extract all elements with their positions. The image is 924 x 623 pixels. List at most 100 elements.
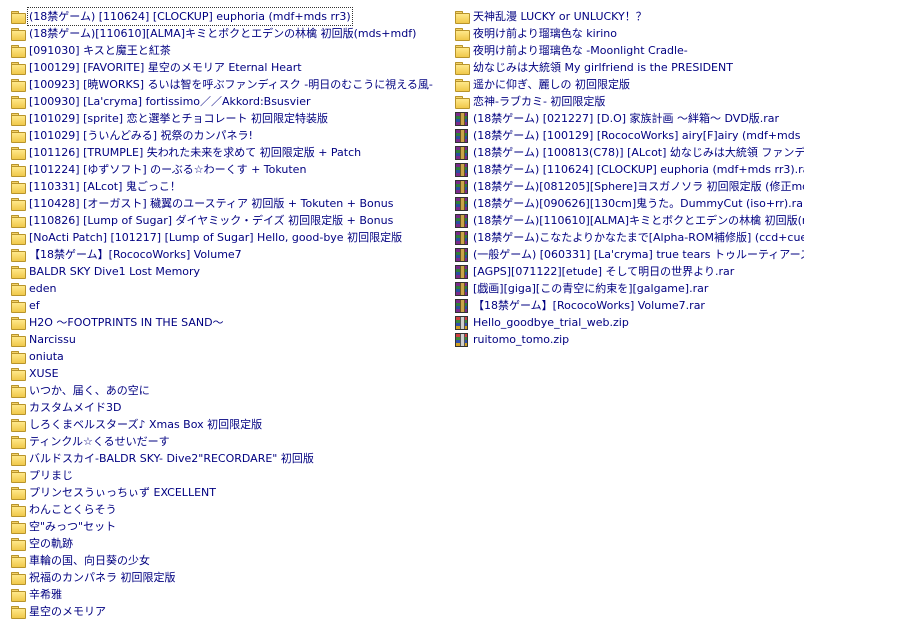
folder-icon bbox=[10, 367, 26, 381]
archive-icon bbox=[455, 179, 468, 194]
folder-icon bbox=[454, 95, 470, 109]
folder-item[interactable]: [101224] [ゆずソフト] のーぶる☆わーくす + Tokuten bbox=[10, 161, 450, 178]
folder-icon bbox=[454, 27, 470, 41]
item-label: Narcissu bbox=[29, 333, 76, 346]
item-label: カスタムメイド3D bbox=[29, 401, 122, 414]
folder-icon bbox=[10, 112, 26, 126]
folder-item[interactable]: 空の軌跡 bbox=[10, 535, 450, 552]
folder-item[interactable]: [101126] [TRUMPLE] 失われた未来を求めて 初回限定版 + Pa… bbox=[10, 144, 450, 161]
item-label: oniuta bbox=[29, 350, 64, 363]
folder-item[interactable]: [110331] [ALcot] 鬼ごっこ！ bbox=[10, 178, 450, 195]
folder-item[interactable]: プリンセスうぃっちぃず EXCELLENT bbox=[10, 484, 450, 501]
item-label: 【18禁ゲーム】[RococoWorks] Volume7 bbox=[29, 248, 242, 261]
file-item[interactable]: (一般ゲーム) [060331] [La'cryma] true tears ト… bbox=[454, 246, 804, 263]
folder-icon bbox=[10, 146, 26, 160]
item-label: (18禁ゲーム)[110610][ALMA]キミとボクとエデンの林檎 初回版(m… bbox=[473, 214, 804, 227]
item-label: 車輪の国、向日葵の少女 bbox=[29, 554, 150, 567]
folder-item[interactable]: 天神乱漫 LUCKY or UNLUCKY！？ bbox=[454, 8, 804, 25]
item-label: しろくまベルスターズ♪ Xmas Box 初回限定版 bbox=[29, 418, 263, 431]
file-item[interactable]: (18禁ゲーム)[110610][ALMA]キミとボクとエデンの林檎 初回版(m… bbox=[454, 212, 804, 229]
item-label: H2O 〜FOOTPRINTS IN THE SAND〜 bbox=[29, 316, 224, 329]
item-label: 天神乱漫 LUCKY or UNLUCKY！？ bbox=[473, 10, 647, 23]
item-label: (18禁ゲーム)[090626][130cm]鬼うた。DummyCut (iso… bbox=[473, 197, 804, 210]
file-item[interactable]: (18禁ゲーム)[090626][130cm]鬼うた。DummyCut (iso… bbox=[454, 195, 804, 212]
file-list-right-column: 天神乱漫 LUCKY or UNLUCKY！？ 夜明け前より瑠璃色な kirino… bbox=[454, 8, 804, 348]
folder-icon bbox=[10, 435, 26, 449]
folder-item[interactable]: [101029] [sprite] 恋と選挙とチョコレート 初回限定特装版 bbox=[10, 110, 450, 127]
folder-item[interactable]: [101029] [ういんどみる] 祝祭のカンパネラ! bbox=[10, 127, 450, 144]
file-item[interactable]: (18禁ゲーム) [021227] [D.O] 家族計画 〜絆箱〜 DVD版.r… bbox=[454, 110, 804, 127]
item-label: [110331] [ALcot] 鬼ごっこ！ bbox=[29, 180, 181, 193]
folder-item[interactable]: 夜明け前より瑠璃色な -Moonlight Cradle- bbox=[454, 42, 804, 59]
folder-icon bbox=[10, 520, 26, 534]
folder-item[interactable]: 夜明け前より瑠璃色な kirino bbox=[454, 25, 804, 42]
folder-item[interactable]: [100923] [暁WORKS] るいは智を呼ぶファンディスク -明日のむこう… bbox=[10, 76, 450, 93]
folder-icon bbox=[10, 180, 26, 194]
folder-item[interactable]: 【18禁ゲーム】[RococoWorks] Volume7 bbox=[10, 246, 450, 263]
item-label: わんことくらそう bbox=[29, 503, 117, 516]
folder-icon bbox=[10, 605, 26, 619]
folder-icon bbox=[10, 401, 26, 415]
item-label: [AGPS][071122][etude] そして明日の世界より.rar bbox=[473, 265, 735, 278]
file-item[interactable]: Hello_goodbye_trial_web.zip bbox=[454, 314, 804, 331]
folder-item[interactable]: (18禁ゲーム) [110624] [CLOCKUP] euphoria (md… bbox=[10, 7, 450, 26]
folder-icon bbox=[10, 316, 26, 330]
folder-item[interactable]: [NoActi Patch] [101217] [Lump of Sugar] … bbox=[10, 229, 450, 246]
file-item[interactable]: ruitomo_tomo.zip bbox=[454, 331, 804, 348]
folder-item[interactable]: いつか、届く、あの空に bbox=[10, 382, 450, 399]
folder-item[interactable]: 空"みっつ"セット bbox=[10, 518, 450, 535]
folder-item[interactable]: 車輪の国、向日葵の少女 bbox=[10, 552, 450, 569]
item-label: バルドスカイ-BALDR SKY- Dive2"RECORDARE" 初回版 bbox=[29, 452, 314, 465]
folder-icon bbox=[10, 282, 26, 296]
folder-item[interactable]: Narcissu bbox=[10, 331, 450, 348]
folder-item[interactable]: プリまじ bbox=[10, 467, 450, 484]
folder-item[interactable]: ティンクル☆くるせいだーす bbox=[10, 433, 450, 450]
item-label: 幼なじみは大統領 My girlfriend is the PRESIDENT bbox=[473, 61, 733, 74]
folder-item[interactable]: [110428] [オーガスト] 穢翼のユースティア 初回版 + Tokuten… bbox=[10, 195, 450, 212]
file-item[interactable]: (18禁ゲーム)こなたよりかなたまで[Alpha-ROM補修版] (ccd+cu… bbox=[454, 229, 804, 246]
folder-item[interactable]: わんことくらそう bbox=[10, 501, 450, 518]
folder-item[interactable]: H2O 〜FOOTPRINTS IN THE SAND〜 bbox=[10, 314, 450, 331]
folder-icon bbox=[10, 537, 26, 551]
folder-item[interactable]: 星空のメモリア bbox=[10, 603, 450, 620]
file-item[interactable]: (18禁ゲーム) [100813(C78)] [ALcot] 幼なじみは大統領 … bbox=[454, 144, 804, 161]
folder-item[interactable]: カスタムメイド3D bbox=[10, 399, 450, 416]
archive-icon bbox=[455, 298, 468, 313]
folder-item[interactable]: oniuta bbox=[10, 348, 450, 365]
folder-icon bbox=[454, 61, 470, 75]
folder-item[interactable]: [100129] [FAVORITE] 星空のメモリア Eternal Hear… bbox=[10, 59, 450, 76]
folder-icon bbox=[10, 265, 26, 279]
folder-item[interactable]: 恋神-ラブカミ- 初回限定版 bbox=[454, 93, 804, 110]
archive-icon bbox=[455, 162, 468, 177]
folder-item[interactable]: [110826] [Lump of Sugar] ダイヤミック・デイズ 初回限定… bbox=[10, 212, 450, 229]
file-item[interactable]: 【18禁ゲーム】[RococoWorks] Volume7.rar bbox=[454, 297, 804, 314]
folder-item[interactable]: しろくまベルスターズ♪ Xmas Box 初回限定版 bbox=[10, 416, 450, 433]
folder-item[interactable]: [100930] [La'cryma] fortissimo／／Akkord:B… bbox=[10, 93, 450, 110]
folder-item[interactable]: 遥かに仰ぎ、麗しの 初回限定版 bbox=[454, 76, 804, 93]
item-label: (18禁ゲーム) [021227] [D.O] 家族計画 〜絆箱〜 DVD版.r… bbox=[473, 112, 780, 125]
folder-icon bbox=[10, 350, 26, 364]
folder-item[interactable]: BALDR SKY Dive1 Lost Memory bbox=[10, 263, 450, 280]
file-item[interactable]: [AGPS][071122][etude] そして明日の世界より.rar bbox=[454, 263, 804, 280]
folder-item[interactable]: バルドスカイ-BALDR SKY- Dive2"RECORDARE" 初回版 bbox=[10, 450, 450, 467]
folder-item[interactable]: 辛希雅 bbox=[10, 586, 450, 603]
item-label: (18禁ゲーム) [100129] [RococoWorks] airy[F]a… bbox=[473, 129, 804, 142]
item-label: (18禁ゲーム)[110610][ALMA]キミとボクとエデンの林檎 初回版(m… bbox=[29, 27, 417, 40]
folder-icon bbox=[10, 27, 26, 41]
folder-item[interactable]: eden bbox=[10, 280, 450, 297]
folder-item[interactable]: ef bbox=[10, 297, 450, 314]
folder-icon bbox=[10, 10, 26, 24]
file-item[interactable]: (18禁ゲーム) [110624] [CLOCKUP] euphoria (md… bbox=[454, 161, 804, 178]
file-item[interactable]: (18禁ゲーム)[081205][Sphere]ヨスガノソラ 初回限定版 (修正… bbox=[454, 178, 804, 195]
folder-item[interactable]: [091030] キスと魔王と紅茶 bbox=[10, 42, 450, 59]
file-list-left-column: (18禁ゲーム) [110624] [CLOCKUP] euphoria (md… bbox=[10, 7, 450, 620]
item-label: [101126] [TRUMPLE] 失われた未来を求めて 初回限定版 + Pa… bbox=[29, 146, 362, 159]
folder-icon bbox=[10, 554, 26, 568]
folder-item[interactable]: 祝福のカンパネラ 初回限定版 bbox=[10, 569, 450, 586]
folder-icon bbox=[10, 486, 26, 500]
file-item[interactable]: [戯画][giga][この青空に約束を][galgame].rar bbox=[454, 280, 804, 297]
folder-item[interactable]: (18禁ゲーム)[110610][ALMA]キミとボクとエデンの林檎 初回版(m… bbox=[10, 25, 450, 42]
file-item[interactable]: (18禁ゲーム) [100129] [RococoWorks] airy[F]a… bbox=[454, 127, 804, 144]
folder-item[interactable]: 幼なじみは大統領 My girlfriend is the PRESIDENT bbox=[454, 59, 804, 76]
folder-item[interactable]: XUSE bbox=[10, 365, 450, 382]
